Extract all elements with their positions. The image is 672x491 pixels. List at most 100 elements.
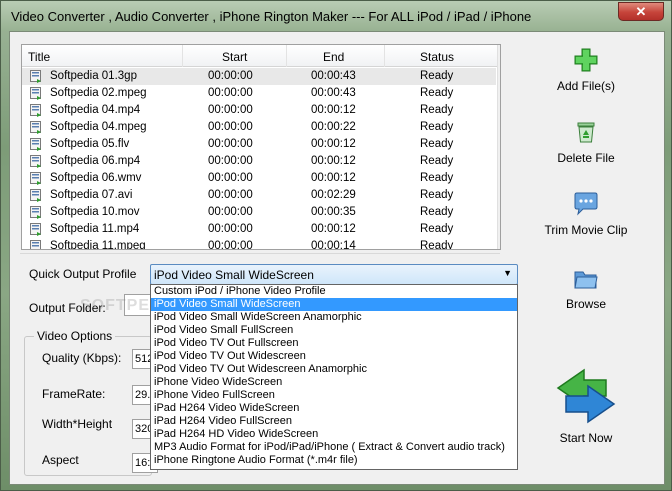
file-status: Ready [420, 104, 454, 116]
file-end: 00:00:43 [311, 70, 356, 82]
profile-option[interactable]: iPod Video TV Out Fullscreen [151, 337, 517, 350]
profile-option[interactable]: iPhone Video FullScreen [151, 389, 517, 402]
file-status: Ready [420, 70, 454, 82]
file-end: 00:00:43 [311, 87, 356, 99]
profile-option[interactable]: iPod Video Small FullScreen [151, 324, 517, 337]
file-title: Softpedia 07.avi [50, 189, 133, 201]
quality-label: Quality (Kbps): [42, 351, 122, 365]
start-now-button[interactable]: Start Now [526, 368, 646, 445]
file-status: Ready [420, 138, 454, 150]
browse-button[interactable]: Browse [526, 268, 646, 311]
file-start: 00:00:00 [208, 70, 253, 82]
table-row[interactable]: Softpedia 06.wmv 00:00:00 00:00:12 Ready [22, 170, 496, 187]
convert-arrows-icon [556, 368, 616, 424]
table-row[interactable]: Softpedia 07.avi 00:00:00 00:02:29 Ready [22, 187, 496, 204]
file-title: Softpedia 05.flv [50, 138, 130, 150]
table-row[interactable]: Softpedia 06.mp4 00:00:00 00:00:12 Ready [22, 153, 496, 170]
profile-option[interactable]: iPhone Video WideScreen [151, 376, 517, 389]
file-title: Softpedia 10.mov [50, 206, 140, 218]
add-files-button[interactable]: Add File(s) [526, 48, 646, 93]
file-start: 00:00:00 [208, 138, 253, 150]
file-title: Softpedia 04.mp4 [50, 104, 141, 116]
profile-dropdown-list[interactable]: Custom iPod / iPhone Video Profile iPod V… [150, 284, 518, 470]
profile-option[interactable]: iPod Video Small WideScreen [151, 298, 517, 311]
video-file-icon [30, 189, 41, 202]
scroll-thumb[interactable] [500, 63, 501, 103]
speech-bubble-icon [574, 192, 598, 216]
file-status: Ready [420, 121, 454, 133]
file-start: 00:00:00 [208, 104, 253, 116]
file-rows: Softpedia 01.3gp 00:00:00 00:00:43 Ready Sof… [22, 68, 496, 250]
table-row[interactable]: Softpedia 02.mpeg 00:00:00 00:00:43 Ready [22, 85, 496, 102]
profile-option[interactable]: iPhone Ringtone Audio Format (*.m4r file… [151, 454, 517, 467]
file-title: Softpedia 11.mpeg [50, 240, 146, 250]
file-status: Ready [420, 206, 454, 218]
table-row[interactable]: Softpedia 01.3gp 00:00:00 00:00:43 Ready [22, 68, 496, 85]
file-title: Softpedia 06.mp4 [50, 155, 141, 167]
aspect-label: Aspect [42, 453, 79, 467]
table-row[interactable]: Softpedia 04.mpeg 00:00:00 00:00:22 Ready [22, 119, 496, 136]
profile-option[interactable]: MP3 Audio Format for iPod/iPad/iPhone ( … [151, 441, 517, 454]
scroll-down-icon[interactable]: ▼ [498, 234, 500, 249]
close-button[interactable]: ✕ [618, 2, 664, 21]
title-bar: Video Converter , Audio Converter , iPho… [1, 1, 671, 31]
profile-option[interactable]: iPod Video Small WideScreen Anamorphic [151, 311, 517, 324]
quick-output-profile-select[interactable]: iPod Video Small WideScreen ▼ [150, 264, 518, 285]
file-end: 00:00:22 [311, 121, 356, 133]
start-now-label: Start Now [559, 431, 613, 445]
file-status: Ready [420, 189, 454, 201]
file-status: Ready [420, 155, 454, 167]
file-start: 00:00:00 [208, 223, 253, 235]
profile-option[interactable]: iPad H264 Video FullScreen [151, 415, 517, 428]
profile-option[interactable]: iPod Video TV Out Widescreen [151, 350, 517, 363]
file-status: Ready [420, 172, 454, 184]
table-row[interactable]: Softpedia 11.mp4 00:00:00 00:00:12 Ready [22, 221, 496, 238]
quick-output-profile-label: Quick Output Profile [29, 267, 137, 281]
window-title: Video Converter , Audio Converter , iPho… [11, 9, 532, 24]
plus-icon [574, 48, 598, 72]
file-status: Ready [420, 223, 454, 235]
video-file-icon [30, 223, 41, 236]
profile-option[interactable]: iPod Video TV Out Widescreen Anamorphic [151, 363, 517, 376]
trim-movie-clip-button[interactable]: Trim Movie Clip [526, 192, 646, 237]
list-scrollbar[interactable]: ▲ ▼ [497, 45, 501, 249]
selected-profile: iPod Video Small WideScreen [154, 268, 314, 282]
file-end: 00:02:29 [311, 189, 356, 201]
column-header-end[interactable]: End [323, 50, 344, 64]
column-header-start[interactable]: Start [222, 50, 247, 64]
folder-icon [574, 271, 598, 289]
delete-file-button[interactable]: Delete File [526, 120, 646, 165]
framerate-label: FrameRate: [42, 387, 106, 401]
scroll-up-icon[interactable]: ▲ [498, 45, 500, 61]
file-end: 00:00:12 [311, 155, 356, 167]
column-header-title[interactable]: Title [28, 50, 50, 64]
file-title: Softpedia 02.mpeg [50, 87, 147, 99]
app-window: Video Converter , Audio Converter , iPho… [0, 0, 672, 491]
file-title: Softpedia 11.mp4 [50, 223, 140, 235]
table-row[interactable]: Softpedia 05.flv 00:00:00 00:00:12 Ready [22, 136, 496, 153]
file-list[interactable]: Title Start End Status Softpedia 01.3gp 0… [21, 44, 501, 250]
file-title: Softpedia 06.wmv [50, 172, 142, 184]
table-row[interactable]: Softpedia 04.mp4 00:00:00 00:00:12 Ready [22, 102, 496, 119]
video-file-icon [30, 172, 41, 185]
column-header-status[interactable]: Status [420, 50, 454, 64]
file-end: 00:00:12 [311, 172, 356, 184]
file-end: 00:00:12 [311, 104, 356, 116]
width-height-label: Width*Height [42, 417, 113, 431]
profile-option[interactable]: Custom iPod / iPhone Video Profile [151, 285, 517, 298]
table-row[interactable]: Softpedia 11.mpeg 00:00:00 00:00:14 Ready [22, 238, 496, 250]
file-title: Softpedia 01.3gp [50, 70, 137, 82]
file-end: 00:00:14 [311, 240, 356, 250]
file-title: Softpedia 04.mpeg [50, 121, 147, 133]
file-start: 00:00:00 [208, 240, 253, 250]
browse-label: Browse [565, 297, 606, 311]
video-file-icon [30, 70, 41, 83]
video-file-icon [30, 240, 41, 249]
file-start: 00:00:00 [208, 189, 253, 201]
file-start: 00:00:00 [208, 206, 253, 218]
profile-option[interactable]: iPad H264 Video WideScreen [151, 402, 517, 415]
file-status: Ready [420, 87, 454, 99]
table-row[interactable]: Softpedia 10.mov 00:00:00 00:00:35 Ready [22, 204, 496, 221]
profile-option[interactable]: iPad H264 HD Video WideScreen [151, 428, 517, 441]
video-file-icon [30, 121, 41, 134]
